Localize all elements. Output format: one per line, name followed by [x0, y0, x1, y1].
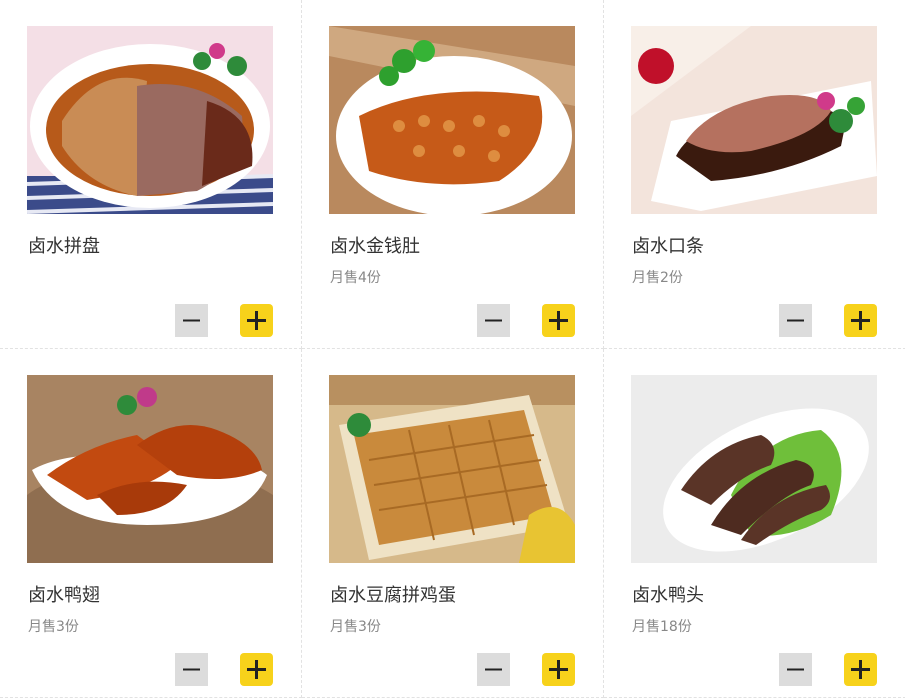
product-name: 卤水口条 [632, 236, 704, 257]
braised-tongue-image[interactable] [631, 26, 877, 214]
product-name: 卤水鸭头 [632, 585, 704, 606]
plus-icon [240, 304, 273, 337]
plus-icon [542, 304, 575, 337]
product-card: 卤水鸭头 月售18份 [604, 349, 905, 698]
monthly-sales: 月售3份 [330, 619, 381, 635]
product-card: 卤水口条 月售2份 [604, 0, 905, 349]
minus-icon [175, 304, 208, 337]
plus-icon [240, 653, 273, 686]
product-name: 卤水鸭翅 [28, 585, 100, 606]
monthly-sales: 月售4份 [330, 270, 381, 286]
increase-quantity-button[interactable] [240, 653, 273, 686]
monthly-sales: 月售2份 [632, 270, 683, 286]
plus-icon [542, 653, 575, 686]
monthly-sales: 月售3份 [28, 619, 79, 635]
product-card: 卤水拼盘 [0, 0, 302, 349]
product-name: 卤水金钱肚 [330, 236, 420, 257]
duck-wings-image[interactable] [27, 375, 273, 563]
minus-icon [779, 304, 812, 337]
tofu-egg-image[interactable] [329, 375, 575, 563]
product-card: 卤水鸭翅 月售3份 [0, 349, 302, 698]
duck-head-image[interactable] [631, 375, 877, 563]
braised-platter-image[interactable] [27, 26, 273, 214]
decrease-quantity-button[interactable] [477, 304, 510, 337]
minus-icon [477, 653, 510, 686]
increase-quantity-button[interactable] [542, 653, 575, 686]
increase-quantity-button[interactable] [844, 653, 877, 686]
minus-icon [779, 653, 812, 686]
decrease-quantity-button[interactable] [175, 653, 208, 686]
honeycomb-tripe-image[interactable] [329, 26, 575, 214]
product-name: 卤水拼盘 [28, 236, 100, 257]
product-card: 卤水金钱肚 月售4份 [302, 0, 604, 349]
minus-icon [477, 304, 510, 337]
decrease-quantity-button[interactable] [175, 304, 208, 337]
decrease-quantity-button[interactable] [779, 653, 812, 686]
plus-icon [844, 653, 877, 686]
decrease-quantity-button[interactable] [477, 653, 510, 686]
increase-quantity-button[interactable] [240, 304, 273, 337]
increase-quantity-button[interactable] [844, 304, 877, 337]
increase-quantity-button[interactable] [542, 304, 575, 337]
product-card: 卤水豆腐拼鸡蛋 月售3份 [302, 349, 604, 698]
decrease-quantity-button[interactable] [779, 304, 812, 337]
minus-icon [175, 653, 208, 686]
plus-icon [844, 304, 877, 337]
product-name: 卤水豆腐拼鸡蛋 [330, 585, 456, 606]
monthly-sales: 月售18份 [632, 619, 692, 635]
product-grid: 卤水拼盘 卤水金钱肚 月售4份 卤水口条 月售2份 卤水鸭翅 月售3份 卤水豆腐… [0, 0, 905, 698]
